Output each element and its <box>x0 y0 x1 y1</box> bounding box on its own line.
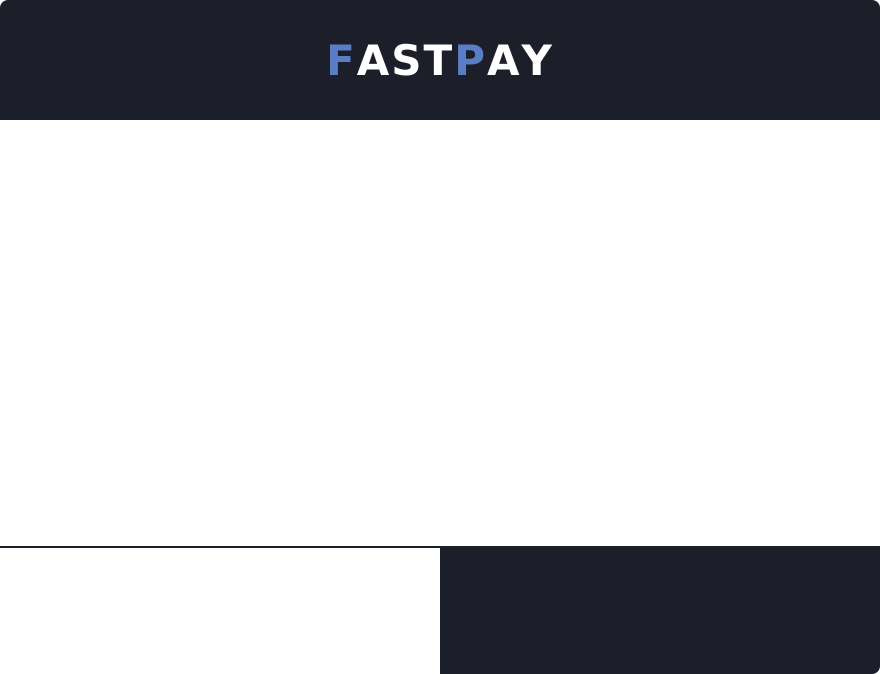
logo-letter-p: P <box>454 36 487 85</box>
main-content-area <box>0 120 880 546</box>
logo-letter-f: F <box>326 36 357 85</box>
logo-letter-y: Y <box>521 36 554 85</box>
fastpay-logo: F A S T P A Y <box>326 40 554 82</box>
logo-letter-a: A <box>356 36 392 85</box>
logo-letter-s: S <box>391 36 424 85</box>
footer-right-panel <box>440 546 880 674</box>
logo-letter-a2: A <box>486 36 522 85</box>
footer-left-panel <box>0 546 440 674</box>
logo-letter-t: T <box>423 36 455 85</box>
header-bar: F A S T P A Y <box>0 0 880 120</box>
app-window: F A S T P A Y <box>0 0 880 674</box>
